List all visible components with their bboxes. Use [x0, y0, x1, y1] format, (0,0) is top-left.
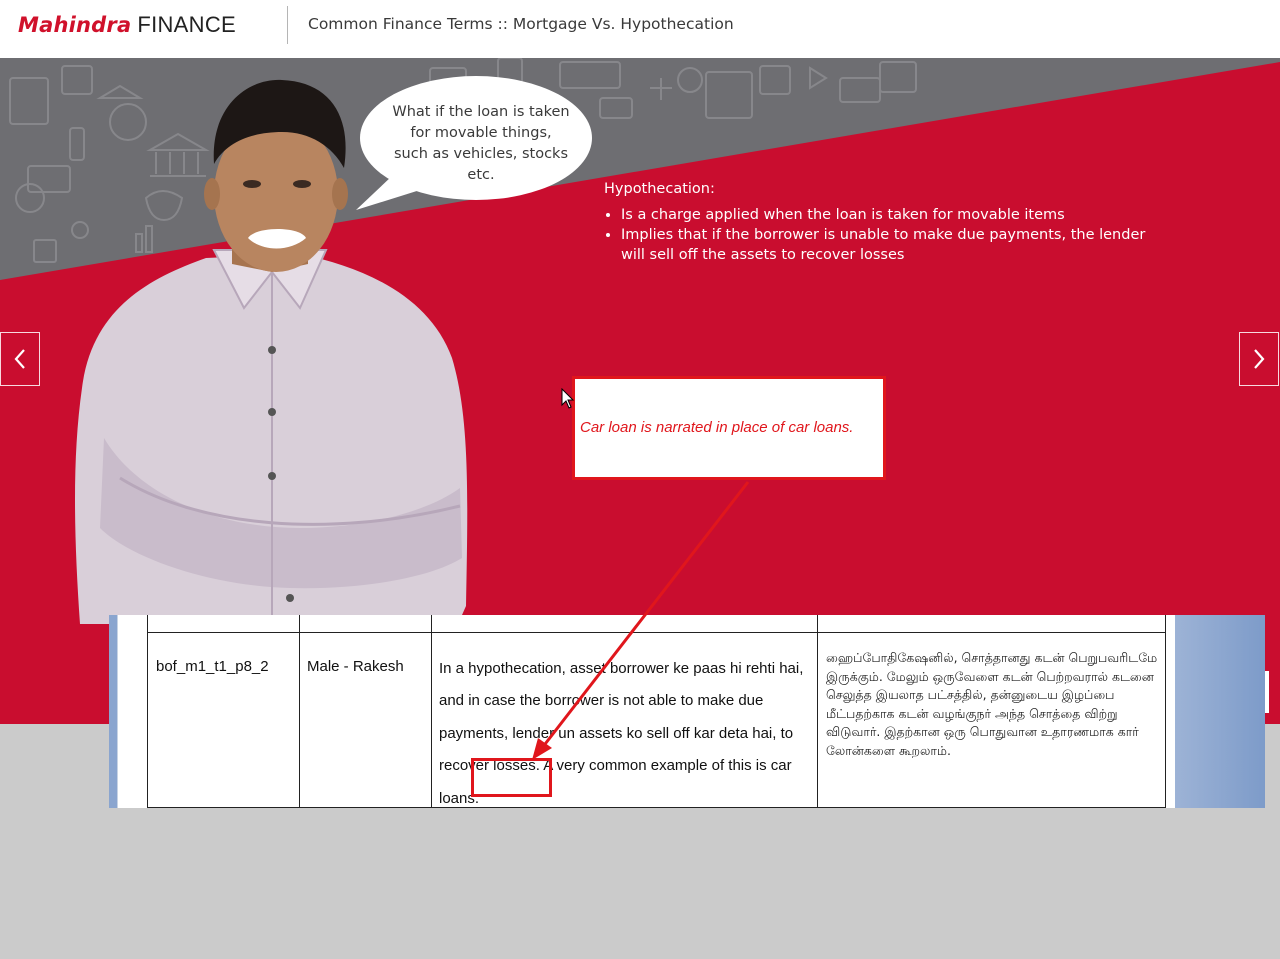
- next-slide-button[interactable]: [1239, 332, 1279, 386]
- table-cell-tamil: ஹைப்போதிகேஷனில், சொத்தானது கடன் பெறுபவரி…: [817, 632, 1166, 808]
- mouse-cursor-icon: [561, 388, 575, 409]
- previous-slide-button[interactable]: [0, 332, 40, 386]
- highlight-box: [471, 758, 552, 797]
- document-page: bof_m1_t1_p8_2 Male - Rakesh In a hypoth…: [118, 615, 1175, 808]
- script-line-id: bof_m1_t1_p8_2: [156, 658, 269, 675]
- review-comment-text: Car loan is narrated in place of car loa…: [580, 419, 854, 436]
- table-cell-speaker: Male - Rakesh: [299, 632, 432, 808]
- speaker-name: Male - Rakesh: [307, 658, 404, 675]
- brand-name: Mahindra: [18, 13, 132, 37]
- table-cell: [431, 615, 818, 633]
- hypothecation-title: Hypothecation:: [604, 181, 715, 197]
- header-divider: [287, 6, 288, 44]
- hypothecation-point: Implies that if the borrower is unable t…: [621, 225, 1164, 265]
- window-edge-tab: [1265, 671, 1269, 713]
- page-title: Common Finance Terms :: Mortgage Vs. Hyp…: [308, 15, 734, 33]
- chevron-right-icon: [1254, 349, 1265, 369]
- hypothecation-definition: Hypothecation: Is a charge applied when …: [604, 179, 1164, 265]
- tamil-script-text: ஹைப்போதிகேஷனில், சொத்தானது கடன் பெறுபவரி…: [826, 650, 1158, 758]
- hypothecation-point: Is a charge applied when the loan is tak…: [621, 205, 1164, 225]
- speech-bubble-text: What if the loan is taken for movable th…: [392, 104, 570, 183]
- review-comment-box: Car loan is narrated in place of car loa…: [572, 376, 886, 480]
- table-cell: [817, 615, 1166, 633]
- top-header: Mahindra FINANCE Common Finance Terms ::…: [0, 0, 1280, 58]
- table-cell: [147, 615, 300, 633]
- brand-logo: Mahindra FINANCE: [18, 12, 236, 42]
- table-cell: [299, 615, 432, 633]
- chevron-left-icon: [14, 349, 25, 369]
- document-left-margin: [109, 615, 117, 808]
- document-right-margin: [1175, 615, 1265, 808]
- script-document-window: bof_m1_t1_p8_2 Male - Rakesh In a hypoth…: [109, 615, 1265, 808]
- hypothecation-points: Is a charge applied when the loan is tak…: [604, 205, 1164, 265]
- table-cell-id: bof_m1_t1_p8_2: [147, 632, 300, 808]
- brand-suffix: FINANCE: [137, 12, 236, 37]
